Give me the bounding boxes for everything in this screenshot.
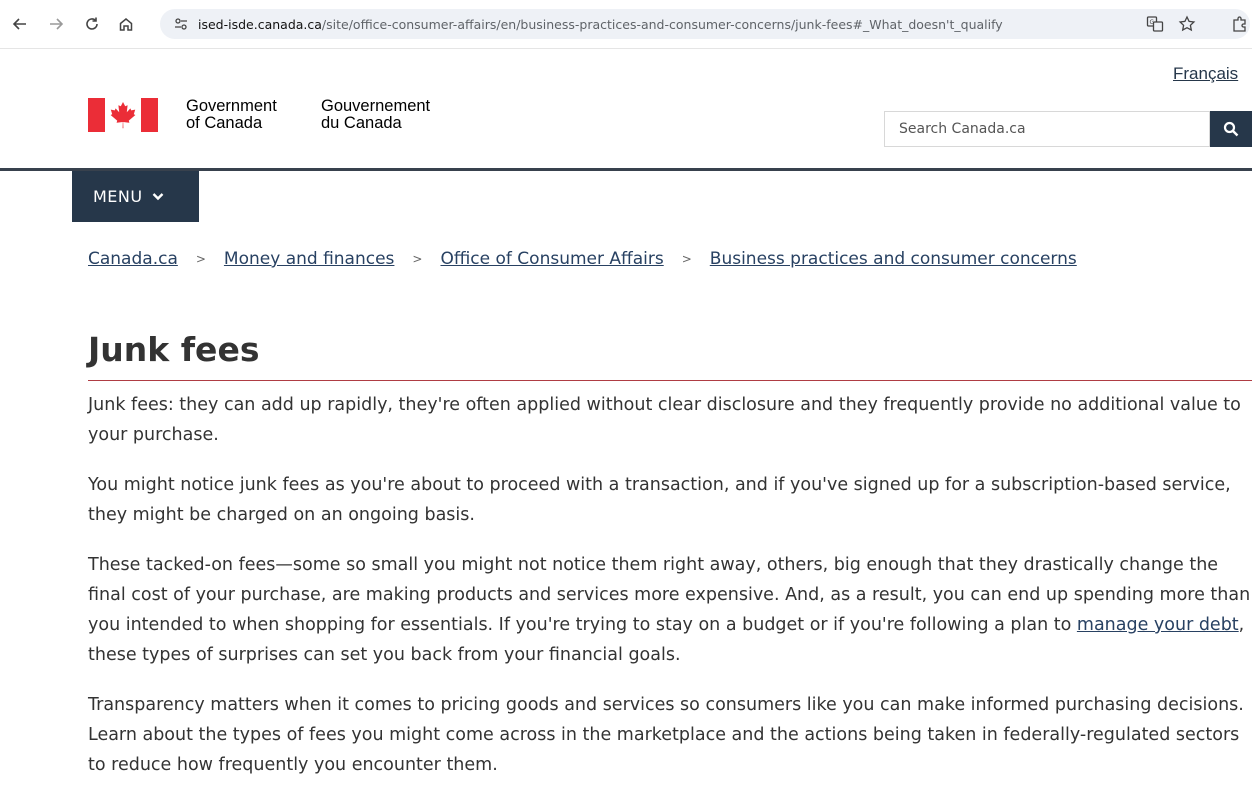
gov-en-line1: Government [186,97,277,115]
translate-icon[interactable]: G [1144,13,1166,35]
gov-en-line2: of Canada [186,114,263,132]
address-bar[interactable]: ised-isde.canada.ca/site/office-consumer… [160,9,1250,39]
language-toggle-link[interactable]: Français [1173,64,1238,84]
menu-label: MENU [93,187,143,206]
intro-paragraph-1: Junk fees: they can add up rapidly, they… [88,395,1241,445]
intro-paragraph-4: Transparency matters when it comes to pr… [88,695,1244,775]
back-arrow-icon[interactable] [8,12,32,36]
search-placeholder: Search Canada.ca [899,121,1026,137]
gov-fr-line1: Gouvernement [321,97,431,115]
title-underline [88,380,1252,381]
government-of-canada-text: Government of Canada [186,98,277,132]
gouvernement-du-canada-text: Gouvernement du Canada [321,98,430,132]
bookmark-star-icon[interactable] [1176,13,1198,35]
url-host: ised-isde.canada.ca [198,16,322,32]
url-path: /site/office-consumer-affairs/en/busines… [321,16,1003,32]
page-title: Junk fees [88,330,260,369]
canada-flag-icon [88,98,158,132]
breadcrumb-business-practices[interactable]: Business practices and consumer concerns [710,249,1077,269]
search-input[interactable]: Search Canada.ca [884,111,1210,147]
breadcrumb-separator-icon: > [195,252,206,266]
intro-paragraph-3: These tacked-on fees—some so small you m… [88,550,1252,670]
breadcrumb-money-and-finances[interactable]: Money and finances [224,249,395,269]
breadcrumb-office-of-consumer-affairs[interactable]: Office of Consumer Affairs [440,249,663,269]
chevron-down-icon [152,192,164,201]
p3-text-before: These tacked-on fees—some so small you m… [88,555,1251,635]
government-signature[interactable] [88,98,158,132]
search-icon [1223,121,1239,137]
reload-icon[interactable] [80,12,104,36]
svg-text:G: G [1150,19,1155,26]
breadcrumb-separator-icon: > [412,252,423,266]
extensions-icon[interactable] [1228,12,1252,36]
omnibox-actions: G [1144,9,1198,39]
search-button[interactable] [1210,111,1252,147]
menu-button[interactable]: MENU [72,171,199,222]
home-icon[interactable] [114,12,138,36]
breadcrumb-canada-ca[interactable]: Canada.ca [88,249,178,269]
browser-toolbar: ised-isde.canada.ca/site/office-consumer… [0,0,1252,49]
forward-arrow-icon[interactable] [44,12,68,36]
url-text[interactable]: ised-isde.canada.ca/site/office-consumer… [198,17,1003,32]
breadcrumb: Canada.ca > Money and finances > Office … [88,249,1077,269]
gov-fr-line2: du Canada [321,114,402,132]
breadcrumb-separator-icon: > [681,252,692,266]
intro-paragraph-2: You might notice junk fees as you're abo… [88,475,1231,525]
manage-your-debt-link[interactable]: manage your debt [1077,615,1239,635]
site-info-icon[interactable] [170,13,192,35]
